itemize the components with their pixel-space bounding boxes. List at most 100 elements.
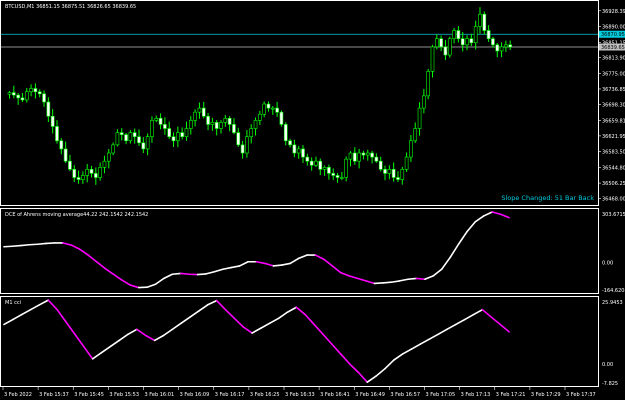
time-axis-label: 3 Feb 16:09 (180, 392, 210, 398)
candle (98, 162, 102, 181)
cci-line-segment (277, 311, 289, 320)
candle-body (227, 118, 232, 125)
dce-line-segment (415, 277, 426, 281)
cci-line-segment (455, 318, 466, 326)
candle (409, 134, 413, 162)
dce-axis: 303.6715 0.00 -164.6208 (602, 212, 625, 294)
time-axis-label: 3 Feb 15:37 (39, 392, 69, 398)
candle (275, 101, 279, 117)
candle-body (292, 144, 297, 154)
time-axis-label: 3 Feb 16:17 (215, 392, 245, 398)
candle (348, 151, 353, 167)
candle (232, 118, 236, 135)
candle-body (42, 93, 46, 103)
dce-line-segment (171, 272, 182, 276)
candle (46, 97, 51, 122)
dce-line-segment (179, 272, 190, 276)
candle (193, 109, 197, 127)
candle (55, 120, 59, 144)
candle (16, 93, 20, 105)
candle-body (305, 156, 310, 162)
candle (63, 141, 68, 164)
cci-line-segment (153, 334, 165, 342)
candle (504, 40, 508, 52)
candle-body (232, 124, 236, 133)
cci-line-segment (3, 318, 14, 326)
candle-body (378, 160, 383, 170)
price-axis-label: 36928.39 (602, 9, 625, 15)
candle (508, 40, 513, 50)
candle-body (37, 91, 42, 95)
cci-line-segment (437, 328, 448, 336)
highlight-price-tag-label: 36870.95 (601, 32, 625, 38)
candle-body (33, 88, 38, 93)
candle-body (236, 132, 241, 146)
candle (154, 115, 159, 123)
candle (478, 7, 482, 34)
candle (452, 27, 456, 44)
candle-body (154, 118, 159, 121)
candle-body (452, 30, 456, 40)
dce-axis-label: -164.6208 (602, 288, 625, 294)
candle-body (201, 107, 206, 117)
dce-line-segment (129, 284, 140, 289)
candle (439, 35, 443, 52)
candle-body (20, 97, 25, 101)
price-axis-label: 36583.50 (602, 150, 625, 156)
dce-line-segment (255, 260, 266, 265)
cci-line-segment (233, 317, 245, 328)
candle (85, 164, 90, 183)
cci-line-segment (251, 327, 262, 334)
candle (383, 165, 387, 181)
candle-body (85, 169, 90, 176)
candle (262, 101, 266, 118)
candle-body (89, 169, 94, 174)
cci-line-segment (12, 313, 23, 321)
candle (491, 36, 495, 48)
candle (314, 156, 318, 168)
cci-line-segment (410, 343, 422, 350)
candle (201, 101, 206, 119)
candle (422, 88, 426, 114)
dce-panel-frame (0, 208, 599, 294)
dce-line-segment (36, 242, 47, 246)
cci-line-segment (472, 308, 484, 316)
candle-body (447, 38, 452, 56)
candle-body (348, 152, 353, 160)
candle-body (12, 92, 16, 96)
slope-annotation: Slope Changed: 51 Bar Back (501, 194, 594, 202)
cci-line-segment (260, 322, 271, 329)
cci-line-segment (91, 351, 103, 360)
candlestick-series (7, 7, 513, 185)
candle-body (495, 44, 500, 52)
time-axis-label: 3 Feb 2022 (4, 392, 32, 398)
candle-body (335, 175, 340, 178)
dce-line-segment (163, 273, 174, 280)
candle-body (340, 177, 344, 179)
candle-body (456, 30, 461, 40)
candle-body (486, 30, 491, 40)
cci-line-segment (313, 323, 324, 336)
candle (42, 90, 46, 107)
symbol-header: BTCUSD,M1 36851.15 36875.51 36826.65 368… (5, 4, 136, 10)
cci-line-segment (348, 362, 360, 374)
candle (236, 127, 241, 147)
cci-line-segment (446, 323, 457, 331)
trading-chart[interactable]: BTCUSD,M1 36851.15 36875.51 36826.65 368… (0, 0, 625, 400)
candle (223, 114, 228, 127)
candle (119, 128, 124, 141)
candle-body (145, 136, 150, 150)
candle (352, 147, 357, 165)
candle (132, 128, 137, 144)
candle-body (404, 156, 409, 170)
candle (137, 129, 141, 146)
time-axis-label: 3 Feb 16:01 (145, 392, 175, 398)
cci-line-segment (304, 313, 315, 326)
cci-axis-label: -7.825 (602, 381, 618, 387)
candle (396, 171, 400, 182)
candle-body (327, 166, 331, 174)
dce-line-segment (112, 273, 123, 281)
candle (7, 90, 12, 99)
candle (430, 44, 435, 78)
dce-line-segment (280, 262, 291, 266)
